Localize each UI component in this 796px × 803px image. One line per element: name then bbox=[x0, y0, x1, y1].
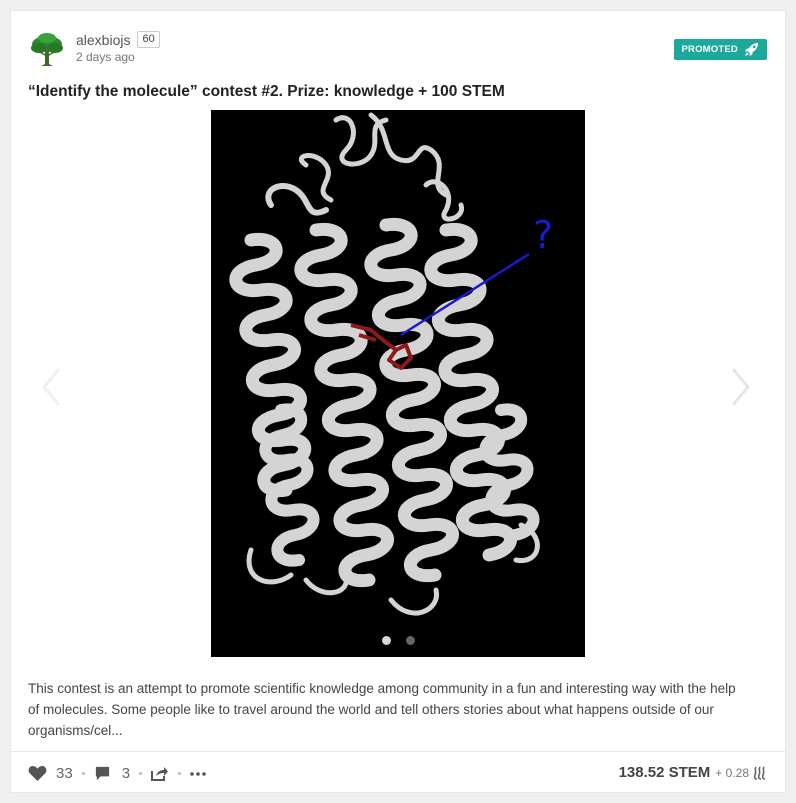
post-header: alexbiojs 60 2 days ago PROMOTED bbox=[28, 30, 767, 70]
separator-dot bbox=[178, 772, 182, 775]
carousel-dots bbox=[211, 636, 585, 645]
comment-count: 3 bbox=[121, 765, 131, 782]
post-time[interactable]: 2 days ago bbox=[76, 50, 135, 64]
post-title[interactable]: “Identify the molecule” contest #2. Priz… bbox=[28, 83, 505, 101]
like-button[interactable]: 33 bbox=[28, 765, 73, 782]
author-name[interactable]: alexbiojs bbox=[76, 32, 130, 48]
molecule-image: ? bbox=[211, 110, 585, 657]
carousel-dot-2[interactable] bbox=[405, 636, 415, 645]
more-icon bbox=[190, 771, 206, 776]
comments-button[interactable]: 3 bbox=[94, 765, 130, 782]
carousel-prev-button[interactable] bbox=[37, 366, 67, 408]
heart-icon bbox=[28, 765, 47, 782]
comment-icon bbox=[95, 766, 109, 781]
post-excerpt[interactable]: This contest is an attempt to promote sc… bbox=[28, 678, 748, 741]
steem-icon bbox=[753, 766, 766, 780]
like-count: 33 bbox=[56, 765, 73, 782]
payout[interactable]: 138.52 STEM + 0.28 bbox=[619, 764, 767, 781]
separator-dot bbox=[139, 772, 143, 775]
chevron-right-icon bbox=[731, 368, 750, 406]
payout-amount: 138.52 STEM bbox=[618, 764, 711, 781]
reputation-badge: 60 bbox=[137, 31, 160, 48]
carousel-next-button[interactable] bbox=[725, 366, 755, 408]
author-avatar[interactable] bbox=[28, 30, 66, 68]
post-footer: 33 3 138.52 STEM + 0.28 bbox=[11, 751, 785, 795]
post-image[interactable]: ? bbox=[211, 110, 585, 657]
promoted-label: PROMOTED bbox=[681, 44, 738, 55]
share-button[interactable] bbox=[151, 766, 169, 781]
more-button[interactable] bbox=[190, 771, 206, 776]
rocket-icon bbox=[744, 42, 759, 57]
separator-dot bbox=[81, 772, 85, 775]
share-icon bbox=[151, 767, 169, 781]
promoted-badge: PROMOTED bbox=[673, 39, 767, 60]
tree-avatar-icon bbox=[28, 30, 66, 68]
post-card[interactable]: alexbiojs 60 2 days ago PROMOTED “Identi… bbox=[10, 10, 786, 793]
carousel-dot-1[interactable] bbox=[381, 636, 391, 645]
question-mark-label: ? bbox=[533, 213, 553, 257]
chevron-left-icon bbox=[42, 368, 61, 406]
steem-extra: + 0.28 bbox=[715, 765, 749, 780]
